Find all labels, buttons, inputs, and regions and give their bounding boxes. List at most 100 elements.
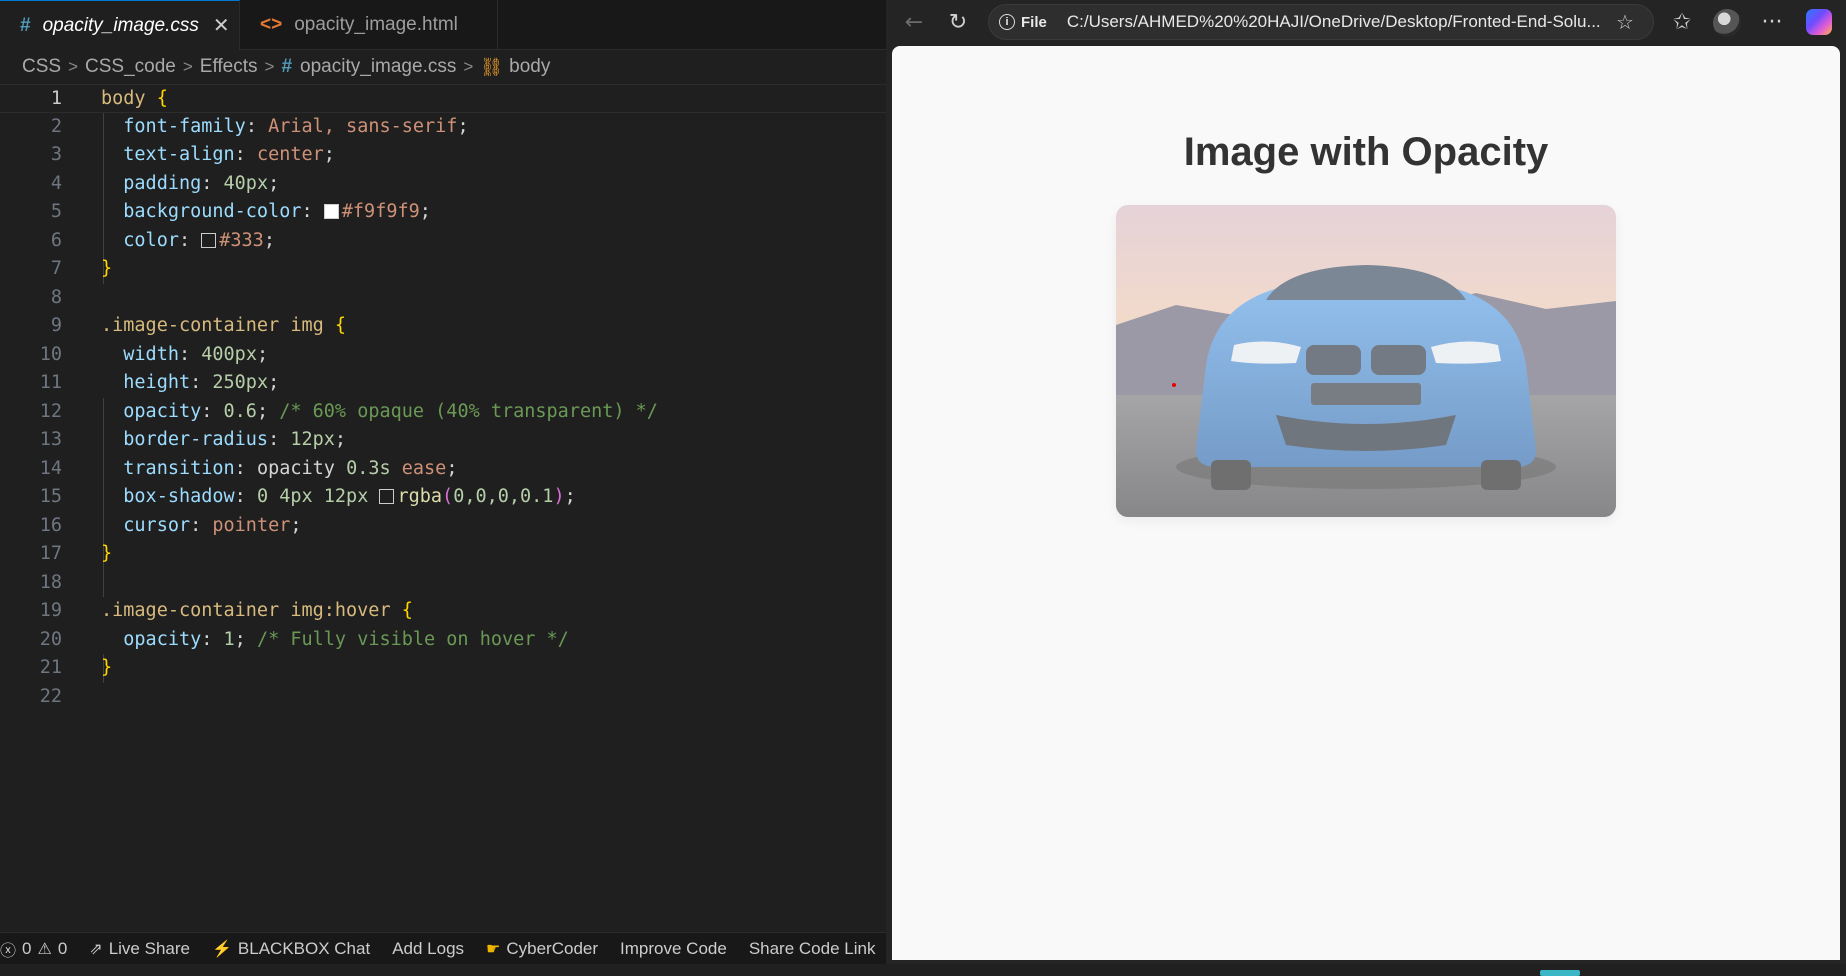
code-comment: /* Fully visible on hover */ bbox=[256, 628, 569, 650]
info-icon[interactable]: i bbox=[999, 14, 1015, 30]
taskbar-accent bbox=[1540, 970, 1580, 976]
line-number: 9 bbox=[50, 315, 62, 336]
line-number: 8 bbox=[50, 286, 62, 308]
chevron-right-icon: > bbox=[68, 57, 79, 76]
share-code-link-button[interactable]: Share Code Link bbox=[749, 939, 876, 959]
code-line: 5 background-color: #f9f9f9; bbox=[0, 198, 886, 227]
line-number: 2 bbox=[50, 115, 62, 137]
css-value: 400px bbox=[201, 343, 257, 365]
car-image[interactable] bbox=[1116, 205, 1616, 517]
css-property: opacity bbox=[123, 628, 202, 650]
cybercoder-button[interactable]: ☛ CyberCoder bbox=[486, 939, 598, 959]
tab-opacity-image-css[interactable]: # opacity_image.css ✕ bbox=[0, 0, 240, 50]
code-line: 2 font-family: Arial, sans-serif; bbox=[0, 113, 886, 142]
code-line: 6 color: #333; bbox=[0, 227, 886, 256]
color-swatch[interactable] bbox=[379, 489, 395, 504]
line-number: 11 bbox=[39, 372, 62, 393]
code-line: 19 .image-container img:hover { bbox=[0, 597, 886, 626]
chevron-right-icon: > bbox=[182, 57, 193, 76]
improve-code-button[interactable]: Improve Code bbox=[620, 939, 727, 959]
color-swatch[interactable] bbox=[323, 204, 339, 219]
line-number: 16 bbox=[39, 514, 62, 536]
breadcrumb-item[interactable]: Effects bbox=[200, 56, 258, 78]
chevron-right-icon: > bbox=[264, 57, 275, 76]
line-number: 5 bbox=[50, 201, 62, 222]
css-value: 0,0,0,0.1 bbox=[453, 486, 554, 507]
problems-indicator[interactable]: ⓧ 0 ⚠ 0 bbox=[0, 937, 67, 961]
tab-opacity-image-html[interactable]: <> opacity_image.html bbox=[240, 0, 498, 50]
line-number: 15 bbox=[39, 486, 62, 507]
line-number: 13 bbox=[39, 429, 62, 450]
reload-icon[interactable]: ↻ bbox=[942, 6, 974, 38]
back-arrow-icon[interactable]: ← bbox=[898, 6, 930, 38]
css-value: ease bbox=[401, 457, 447, 479]
line-number: 19 bbox=[39, 600, 62, 621]
code-line: 16 cursor: pointer; bbox=[0, 512, 886, 541]
error-count: 0 bbox=[22, 938, 32, 958]
copilot-icon[interactable] bbox=[1806, 9, 1832, 35]
css-value: center bbox=[256, 144, 324, 165]
add-logs-button[interactable]: Add Logs bbox=[392, 939, 464, 959]
code-line: 18 bbox=[0, 569, 886, 598]
line-number: 4 bbox=[50, 172, 62, 194]
css-property: opacity bbox=[123, 400, 202, 422]
line-number: 18 bbox=[39, 571, 62, 593]
code-comment: /* 60% opaque (40% transparent) */ bbox=[279, 400, 658, 422]
close-icon[interactable]: ✕ bbox=[213, 13, 230, 38]
code-line: 15 box-shadow: 0 4px 12px rgba(0,0,0,0.1… bbox=[0, 483, 886, 512]
line-number: 12 bbox=[39, 400, 62, 422]
css-property: padding bbox=[123, 172, 202, 194]
line-number: 3 bbox=[50, 144, 62, 165]
browser-toolbar: ← ↻ i File C:/Users/AHMED%20%20HAJI/OneD… bbox=[886, 0, 1846, 44]
css-value: 0.6 bbox=[223, 400, 257, 422]
address-bar[interactable]: i File C:/Users/AHMED%20%20HAJI/OneDrive… bbox=[988, 4, 1654, 40]
line-number: 10 bbox=[39, 343, 62, 365]
warning-icon: ⚠ bbox=[37, 940, 52, 958]
css-value: opacity bbox=[256, 457, 335, 479]
chevron-right-icon: > bbox=[463, 57, 474, 76]
favorites-icon[interactable]: ✩ bbox=[1666, 6, 1698, 38]
line-number: 6 bbox=[50, 229, 62, 251]
code-line: 17} bbox=[0, 540, 886, 569]
browser-window: ← ↻ i File C:/Users/AHMED%20%20HAJI/OneD… bbox=[886, 0, 1846, 964]
star-icon[interactable]: ☆ bbox=[1616, 10, 1634, 34]
breadcrumb-item[interactable]: body bbox=[509, 56, 550, 78]
css-property: color bbox=[123, 229, 179, 251]
status-label: Improve Code bbox=[620, 938, 727, 958]
color-swatch[interactable] bbox=[201, 232, 217, 248]
css-property: cursor bbox=[123, 514, 191, 536]
css-function: rgba bbox=[397, 486, 443, 507]
more-options-icon[interactable]: ··· bbox=[1756, 6, 1788, 38]
breadcrumb-item[interactable]: opacity_image.css bbox=[300, 56, 456, 78]
code-line: 12 opacity: 0.6; /* 60% opaque (40% tran… bbox=[0, 398, 886, 427]
live-share-button[interactable]: ⇗ Live Share bbox=[89, 939, 190, 959]
tab-label: opacity_image.html bbox=[294, 14, 458, 35]
css-property: transition bbox=[123, 457, 235, 479]
code-line: 20 opacity: 1; /* Fully visible on hover… bbox=[0, 626, 886, 655]
css-property: background-color bbox=[123, 201, 302, 222]
css-value: 0 4px 12px bbox=[256, 486, 369, 507]
avatar[interactable] bbox=[1713, 9, 1741, 37]
breadcrumb-item[interactable]: CSS_code bbox=[85, 56, 176, 78]
css-selector: body bbox=[101, 88, 146, 109]
tab-label: opacity_image.css bbox=[42, 14, 199, 36]
code-line: 3 text-align: center; bbox=[0, 141, 886, 170]
status-label: Live Share bbox=[108, 938, 190, 958]
css-value: 40px bbox=[223, 172, 269, 194]
css-selector: .image-container img:hover bbox=[101, 600, 391, 621]
code-line: 11 height: 250px; bbox=[0, 369, 886, 398]
cursor-marker bbox=[1172, 383, 1176, 387]
status-label: Add Logs bbox=[392, 938, 465, 958]
breadcrumb-item[interactable]: CSS bbox=[22, 56, 61, 78]
css-value: 1 bbox=[223, 628, 235, 650]
url-text[interactable]: C:/Users/AHMED%20%20HAJI/OneDrive/Deskto… bbox=[1067, 12, 1607, 32]
code-area[interactable]: 1 body { 2 font-family: Arial, sans-serif… bbox=[0, 84, 886, 711]
html-file-icon: <> bbox=[260, 14, 283, 35]
line-number: 14 bbox=[39, 457, 62, 479]
blackbox-chat-button[interactable]: ⚡ BLACKBOX Chat bbox=[212, 939, 370, 959]
css-file-icon: # bbox=[20, 14, 31, 36]
code-line: 9 .image-container img { bbox=[0, 312, 886, 341]
css-file-icon: # bbox=[281, 56, 293, 77]
css-value: 12px bbox=[290, 429, 335, 450]
warning-count: 0 bbox=[57, 938, 68, 958]
